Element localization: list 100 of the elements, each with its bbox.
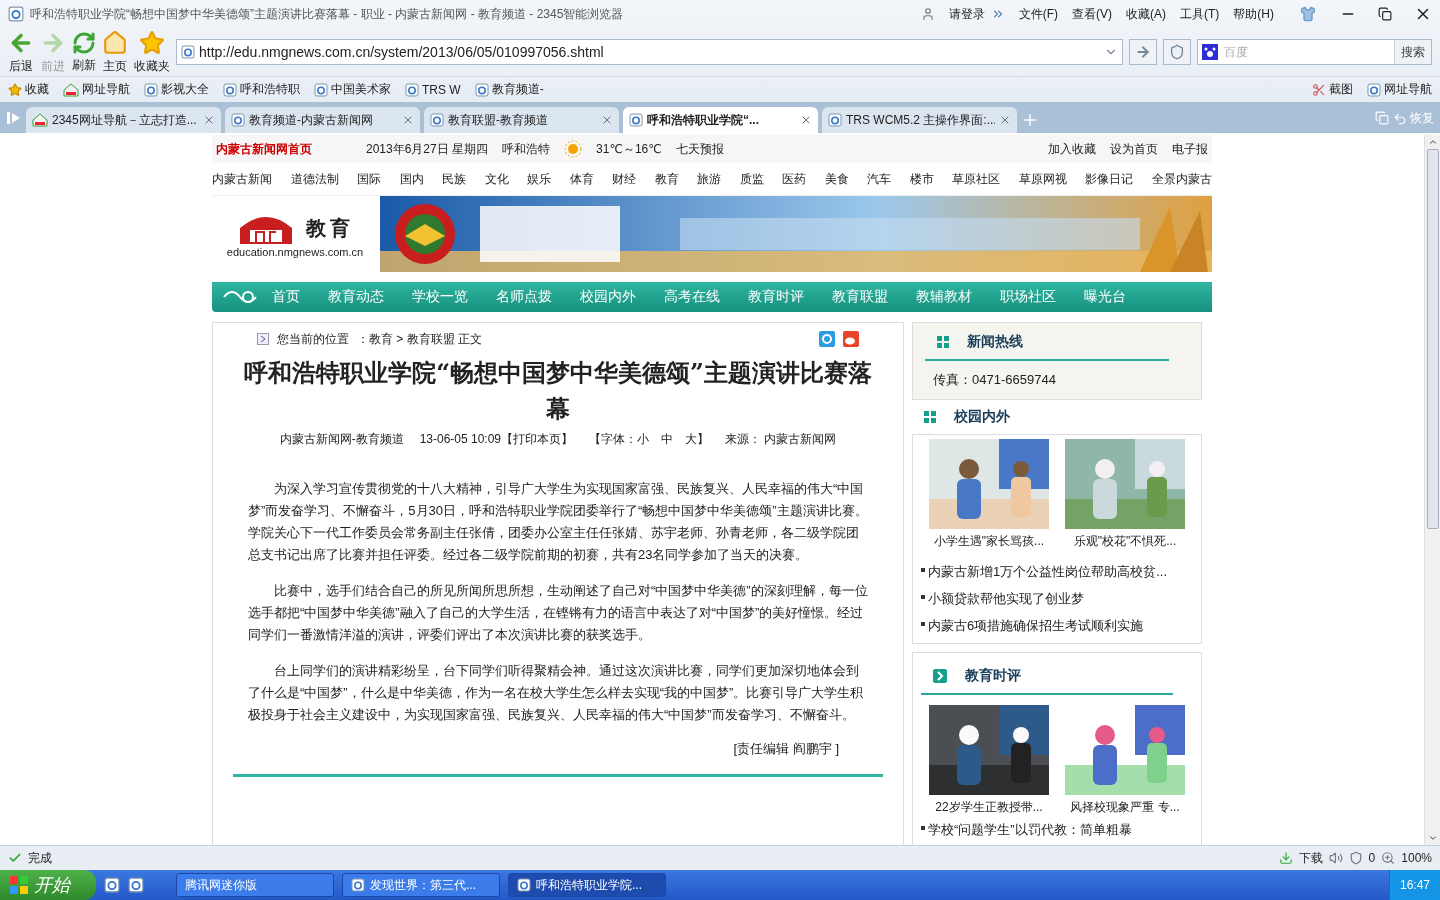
article-title: 呼和浩特职业学院“畅想中国梦中华美德颂”主题演讲比赛落幕: [243, 357, 873, 425]
download-link[interactable]: 下载: [1298, 849, 1323, 867]
news-link[interactable]: 内蒙古6项措施确保招生考试顺利实施: [928, 612, 1144, 639]
bullet-icon: [921, 568, 925, 572]
toolbar-button[interactable]: 后退: [8, 29, 34, 75]
scroll-thumb[interactable]: [1426, 149, 1439, 529]
photo-caption[interactable]: 22岁学生正教授带...: [935, 799, 1043, 816]
photo-caption[interactable]: 风择校现象严重 专...: [1070, 799, 1180, 816]
header-link[interactable]: 电子报: [1172, 140, 1208, 158]
page-icon: [144, 82, 158, 97]
scroll-down-icon[interactable]: [1427, 833, 1438, 843]
bookmark-item[interactable]: 截图: [1312, 81, 1353, 98]
weibo-icon[interactable]: [843, 331, 859, 347]
toolbar-button[interactable]: 收藏夹: [134, 29, 170, 75]
menu-item[interactable]: 工具(T): [1180, 5, 1220, 23]
speaker-icon[interactable]: [1328, 851, 1343, 865]
header-link[interactable]: 加入收藏: [1048, 140, 1096, 158]
channel-link[interactable]: 内蒙古新闻: [212, 170, 272, 188]
photo-caption[interactable]: 乐观"校花"不惧死...: [1073, 533, 1177, 550]
bookmark-item[interactable]: 呼和浩特职: [223, 81, 300, 98]
channel-link[interactable]: 草原社区: [952, 170, 1001, 188]
page-icon: [474, 82, 489, 97]
channel-link[interactable]: 美食: [824, 170, 849, 188]
browser-tab[interactable]: 教育频道-内蒙古新闻网: [225, 107, 420, 133]
page-icon: [351, 878, 365, 892]
address-field[interactable]: http://edu.nmgnews.com.cn/system/2013/06/05/010997056.shtml: [176, 39, 1123, 65]
channel-link[interactable]: 旅游: [697, 170, 722, 188]
browser-tab[interactable]: TRS WCM5.2 主操作界面:...: [822, 107, 1017, 133]
page-icon: [405, 82, 419, 97]
browser-tab[interactable]: 呼和浩特职业学院“...: [623, 107, 818, 133]
scroll-up-icon[interactable]: [1427, 137, 1438, 147]
channel-link[interactable]: 体育: [569, 170, 594, 188]
news-link[interactable]: 学校“问题学生”以罚代教：简单粗暴: [928, 816, 1132, 843]
toolbar-button[interactable]: 刷新: [72, 30, 96, 74]
channel-link[interactable]: 教育: [654, 170, 679, 188]
channel-link[interactable]: 全景内蒙古: [1151, 170, 1212, 188]
shirt-icon[interactable]: [1300, 6, 1316, 22]
breadcrumb-label: 您当前的位置: [277, 330, 349, 348]
bookmark-item[interactable]: 教育频道-: [474, 81, 544, 98]
channel-link[interactable]: 国际: [357, 170, 382, 188]
browser-tab[interactable]: 2345网址导航－立志打造...: [26, 107, 221, 133]
channel-link[interactable]: 民族: [442, 170, 467, 188]
article-paragraph: 台上同学们的演讲精彩纷呈，台下同学们听得聚精会神。通过这次演讲比赛，同学们更加深切地体会到了什么是“中国梦”，什么是中华美德，作为一名在校大学生怎么样去实现“我的中国梦”。比赛引导广大学生积极投身于社会主义建设中，为实现国家富强、民族复兴、人民幸福的伟大“中国梦”而发奋学习、不懈奋斗。: [248, 662, 865, 724]
restore-icon[interactable]: [1378, 7, 1392, 21]
article-meta: 来源： 内蒙古新闻网: [725, 431, 837, 448]
home-link[interactable]: 内蒙古新闻网首页: [216, 140, 312, 158]
search-button[interactable]: 搜索: [1394, 40, 1431, 64]
editor-credit: [责任编辑 阎鹏宇 ]: [733, 741, 839, 756]
share-icon[interactable]: [819, 331, 835, 347]
forecast-link[interactable]: 七天预报: [675, 140, 724, 158]
blocked-count: 0: [1368, 851, 1376, 865]
header-link[interactable]: 设为首页: [1110, 140, 1158, 158]
article-meta: 内蒙古新闻网-教育频道: [279, 431, 404, 448]
bookmark-item[interactable]: TRS W: [405, 82, 461, 97]
channel-link[interactable]: 国内: [399, 170, 424, 188]
page-icon: [1367, 82, 1381, 97]
arrow-box-icon: [933, 669, 947, 683]
login-link[interactable]: 请登录: [948, 5, 985, 23]
page-icon: [314, 82, 328, 97]
bookmark-item[interactable]: 网址导航: [1367, 81, 1432, 98]
news-link[interactable]: 内蒙古新增1万个公益性岗位帮助高校贫...: [928, 558, 1168, 585]
news-link[interactable]: 小额贷款帮他实现了创业梦: [928, 585, 1084, 612]
channel-link[interactable]: 文化: [484, 170, 509, 188]
channel-link[interactable]: 道德法制: [290, 170, 339, 188]
menu-item[interactable]: 查看(V): [1072, 5, 1112, 23]
grid-icon: [924, 411, 936, 423]
taskbar-button[interactable]: 腾讯网迷你版: [176, 873, 334, 897]
bookmark-item[interactable]: 收藏: [8, 81, 49, 98]
search-field[interactable]: 百度 搜索: [1197, 39, 1432, 65]
bookmark-item[interactable]: 网址导航: [63, 81, 130, 98]
sidebar-toggle-icon[interactable]: [6, 111, 22, 125]
toolbar-button[interactable]: 主页: [102, 29, 128, 75]
zoom-level[interactable]: 100%: [1401, 851, 1432, 865]
windows-logo-icon: [10, 876, 28, 894]
go-button[interactable]: [1129, 39, 1157, 65]
taskbar-button[interactable]: 呼和浩特职业学院...: [508, 873, 666, 897]
channel-link[interactable]: 医药: [782, 170, 807, 188]
channel-link[interactable]: 草原网视: [1018, 170, 1067, 188]
menu-item[interactable]: 文件(F): [1018, 5, 1058, 23]
shield-icon: [1348, 851, 1363, 865]
menu-item[interactable]: 收藏(A): [1126, 5, 1166, 23]
bookmark-item[interactable]: 影视大全: [144, 81, 209, 98]
breadcrumb-path: ：教育 > 教育联盟 正文: [357, 330, 482, 348]
channel-link[interactable]: 汽车: [867, 170, 892, 188]
paw-icon: [1202, 44, 1218, 60]
shield-button[interactable]: [1163, 39, 1191, 65]
taskbar-button[interactable]: 发现世界：第三代...: [342, 873, 500, 897]
window-title: 呼和浩特职业学院“畅想中国梦中华美德颂”主题演讲比赛落幕 - 职业 - 内蒙古新闻网 - 教育频道 - 2345智能浏览器: [30, 5, 624, 23]
channel-link[interactable]: 楼市: [909, 170, 934, 188]
menu-item[interactable]: 帮助(H): [1233, 5, 1274, 23]
photo-caption[interactable]: 小学生遇"家长骂孩...: [933, 533, 1045, 550]
channel-link[interactable]: 财经: [612, 170, 637, 188]
section-title: 教育时评: [965, 667, 1021, 685]
channel-link[interactable]: 影像日记: [1085, 170, 1134, 188]
browser-tab[interactable]: 教育联盟-教育频道: [424, 107, 619, 133]
channel-link[interactable]: 娱乐: [527, 170, 552, 188]
clock: 16:47: [1399, 878, 1430, 892]
channel-link[interactable]: 质监: [739, 170, 764, 188]
bookmark-item[interactable]: 中国美术家: [314, 81, 391, 98]
download-icon: [1278, 851, 1293, 865]
